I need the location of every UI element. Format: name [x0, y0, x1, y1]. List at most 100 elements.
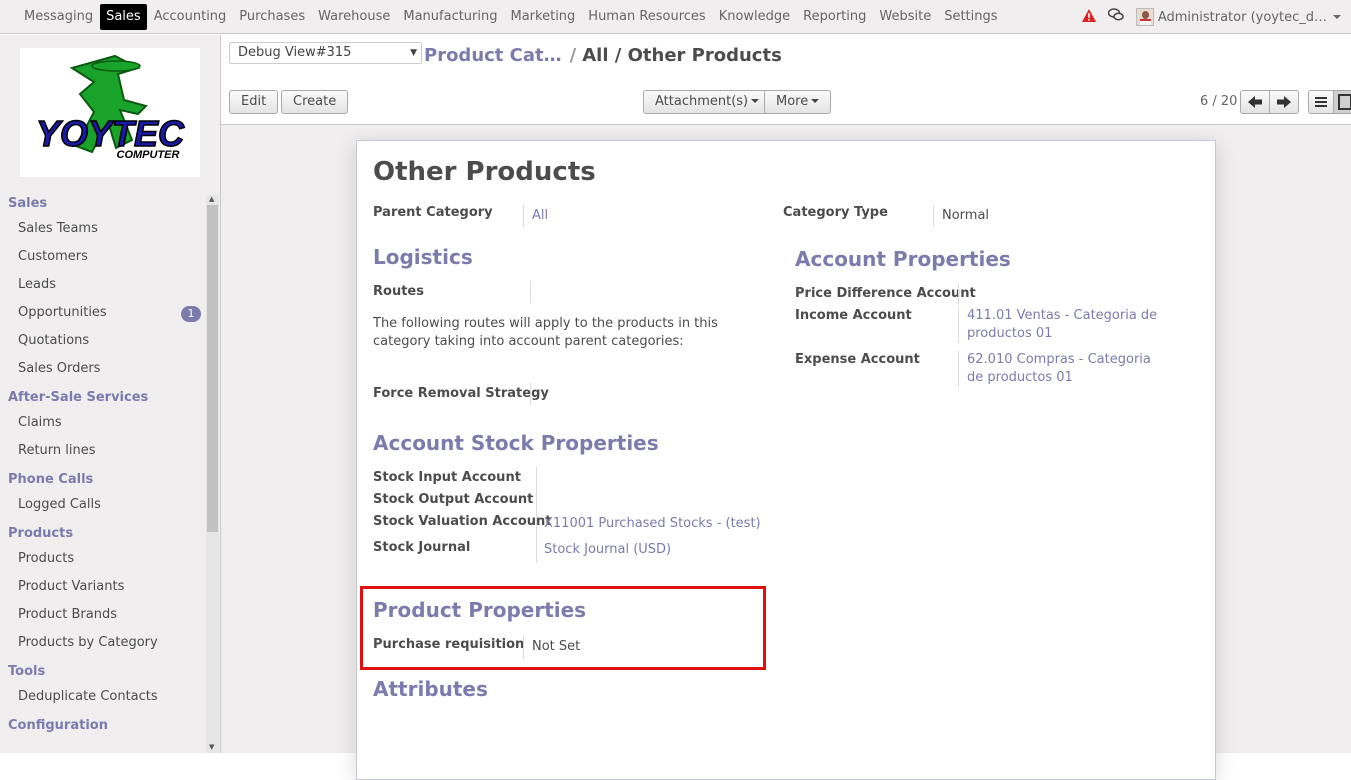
income-account-label: Income Account	[795, 308, 912, 323]
menu-reporting[interactable]: Reporting	[797, 4, 872, 30]
sidebar-item-sales-orders[interactable]: Sales Orders	[0, 355, 206, 383]
form-view-area: Other Products Parent Category All Categ…	[221, 125, 1351, 780]
attachments-label: Attachment(s)	[655, 94, 749, 109]
caret-down-icon	[751, 99, 760, 103]
sidebar-item-products-by-category[interactable]: Products by Category	[0, 629, 206, 657]
user-menu[interactable]: Administrator (yoytec_d…	[1135, 8, 1341, 26]
form-view-button[interactable]	[1333, 90, 1351, 114]
sidebar-section-tools[interactable]: Tools	[0, 661, 206, 683]
chat-icon[interactable]	[1107, 8, 1124, 26]
sidebar-section-configuration[interactable]: Configuration	[0, 715, 206, 737]
stock-journal-value[interactable]: Stock Journal (USD)	[544, 542, 671, 557]
parent-category-value[interactable]: All	[523, 205, 548, 227]
sidebar-item-sales-teams[interactable]: Sales Teams	[0, 215, 206, 243]
caret-down-icon	[811, 99, 820, 103]
income-account-value[interactable]: 411.01 Ventas - Categoria de productos 0…	[958, 307, 1168, 343]
sidebar-item-customers[interactable]: Customers	[0, 243, 206, 271]
create-button[interactable]: Create	[281, 90, 349, 114]
sidebar-item-product-brands[interactable]: Product Brands	[0, 601, 206, 629]
category-type-value: Normal	[933, 205, 989, 227]
price-difference-value[interactable]	[958, 283, 967, 305]
top-right-area: Administrator (yoytec_d…	[1081, 0, 1341, 34]
scroll-down-icon[interactable]: ▼	[209, 743, 214, 751]
list-view-button[interactable]	[1308, 90, 1334, 114]
top-navbar: Messaging Sales Accounting Purchases War…	[0, 0, 1351, 34]
form-sheet: Other Products Parent Category All Categ…	[356, 140, 1216, 780]
sidebar: YOYTEC COMPUTER Sales Sales Teams Custom…	[0, 35, 221, 753]
routes-value[interactable]	[530, 281, 539, 303]
menu-website[interactable]: Website	[873, 4, 937, 30]
logo-subtext: COMPUTER	[117, 149, 180, 161]
sidebar-nav: Sales Sales Teams Customers Leads Opport…	[0, 189, 206, 737]
stock-valuation-value[interactable]: X11001 Purchased Stocks - (test)	[544, 516, 761, 531]
sidebar-section-sales[interactable]: Sales	[0, 193, 206, 215]
menu-human-resources[interactable]: Human Resources	[582, 4, 711, 30]
stock-properties-title: Account Stock Properties	[373, 431, 659, 455]
sidebar-item-return-lines[interactable]: Return lines	[0, 437, 206, 465]
debug-view-select[interactable]: Debug View#315 ▼	[229, 42, 422, 64]
menu-purchases[interactable]: Purchases	[233, 4, 311, 30]
menu-knowledge[interactable]: Knowledge	[713, 4, 796, 30]
pager-previous-button[interactable]	[1240, 90, 1270, 114]
menu-warehouse[interactable]: Warehouse	[312, 4, 396, 30]
sidebar-item-quotations[interactable]: Quotations	[0, 327, 206, 355]
routes-label: Routes	[373, 284, 424, 299]
main-menu: Messaging Sales Accounting Purchases War…	[18, 0, 1005, 34]
stock-output-label: Stock Output Account	[373, 492, 534, 507]
menu-manufacturing[interactable]: Manufacturing	[397, 4, 503, 30]
attributes-section-title: Attributes	[373, 677, 488, 701]
company-logo[interactable]: YOYTEC COMPUTER	[20, 48, 200, 177]
debug-view-value: Debug View#315	[238, 45, 352, 60]
category-type-label: Category Type	[783, 205, 888, 220]
menu-marketing[interactable]: Marketing	[505, 4, 582, 30]
product-properties-title: Product Properties	[373, 598, 587, 622]
expense-account-label: Expense Account	[795, 352, 920, 367]
scrollbar-thumb[interactable]	[207, 205, 218, 532]
expense-account-value[interactable]: 62.010 Compras - Categoria de productos …	[958, 351, 1168, 387]
sidebar-section-products[interactable]: Products	[0, 523, 206, 545]
logistics-section-title: Logistics	[373, 245, 473, 269]
logo-text: YOYTEC	[36, 113, 185, 154]
menu-settings[interactable]: Settings	[938, 4, 1003, 30]
sidebar-item-logged-calls[interactable]: Logged Calls	[0, 491, 206, 519]
more-button[interactable]: More	[764, 90, 832, 114]
force-removal-value[interactable]	[530, 383, 539, 405]
stock-journal-label: Stock Journal	[373, 540, 471, 555]
user-name: Administrator (yoytec_d…	[1157, 9, 1327, 25]
sidebar-section-after-sale[interactable]: After-Sale Services	[0, 387, 206, 409]
breadcrumb-separator: /	[569, 45, 577, 66]
sidebar-scrollbar[interactable]: ▲ ▼	[206, 195, 219, 753]
control-panel: Debug View#315 ▼ Product Cat… / All / Othe…	[221, 35, 1351, 125]
purchase-requisition-value[interactable]: Not Set	[523, 635, 580, 659]
purchase-requisition-label: Purchase requisition	[373, 637, 525, 652]
count-badge: 1	[181, 306, 201, 322]
record-title: Other Products	[373, 157, 596, 187]
sidebar-item-product-variants[interactable]: Product Variants	[0, 573, 206, 601]
account-properties-title: Account Properties	[795, 247, 1011, 271]
chevron-down-icon	[1333, 15, 1341, 19]
breadcrumb-link-product-categories[interactable]: Product Cat…	[424, 45, 562, 66]
menu-accounting[interactable]: Accounting	[148, 4, 233, 30]
pager-next-button[interactable]	[1269, 90, 1299, 114]
stock-input-label: Stock Input Account	[373, 470, 521, 485]
sidebar-item-products[interactable]: Products	[0, 545, 206, 573]
sidebar-section-phone-calls[interactable]: Phone Calls	[0, 469, 206, 491]
edit-button[interactable]: Edit	[229, 90, 279, 114]
breadcrumb-current: All / Other Products	[582, 45, 782, 66]
scroll-up-icon[interactable]: ▲	[209, 195, 214, 203]
dropdown-arrow-icon: ▼	[410, 48, 417, 58]
menu-messaging[interactable]: Messaging	[18, 4, 99, 30]
sidebar-item-claims[interactable]: Claims	[0, 409, 206, 437]
sidebar-item-opportunities[interactable]: Opportunities 1	[0, 299, 206, 327]
more-label: More	[776, 94, 809, 109]
sidebar-item-leads[interactable]: Leads	[0, 271, 206, 299]
force-removal-label: Force Removal Strategy	[373, 386, 549, 401]
menu-sales[interactable]: Sales	[100, 4, 147, 30]
attachments-button[interactable]: Attachment(s)	[643, 90, 772, 114]
sidebar-item-deduplicate-contacts[interactable]: Deduplicate Contacts	[0, 683, 206, 711]
routes-help-text: The following routes will apply to the p…	[373, 316, 718, 349]
warning-icon[interactable]	[1081, 8, 1096, 26]
sidebar-item-label: Opportunities	[18, 305, 107, 320]
parent-category-label: Parent Category	[373, 205, 493, 220]
breadcrumb: Product Cat… / All / Other Products	[424, 45, 782, 66]
